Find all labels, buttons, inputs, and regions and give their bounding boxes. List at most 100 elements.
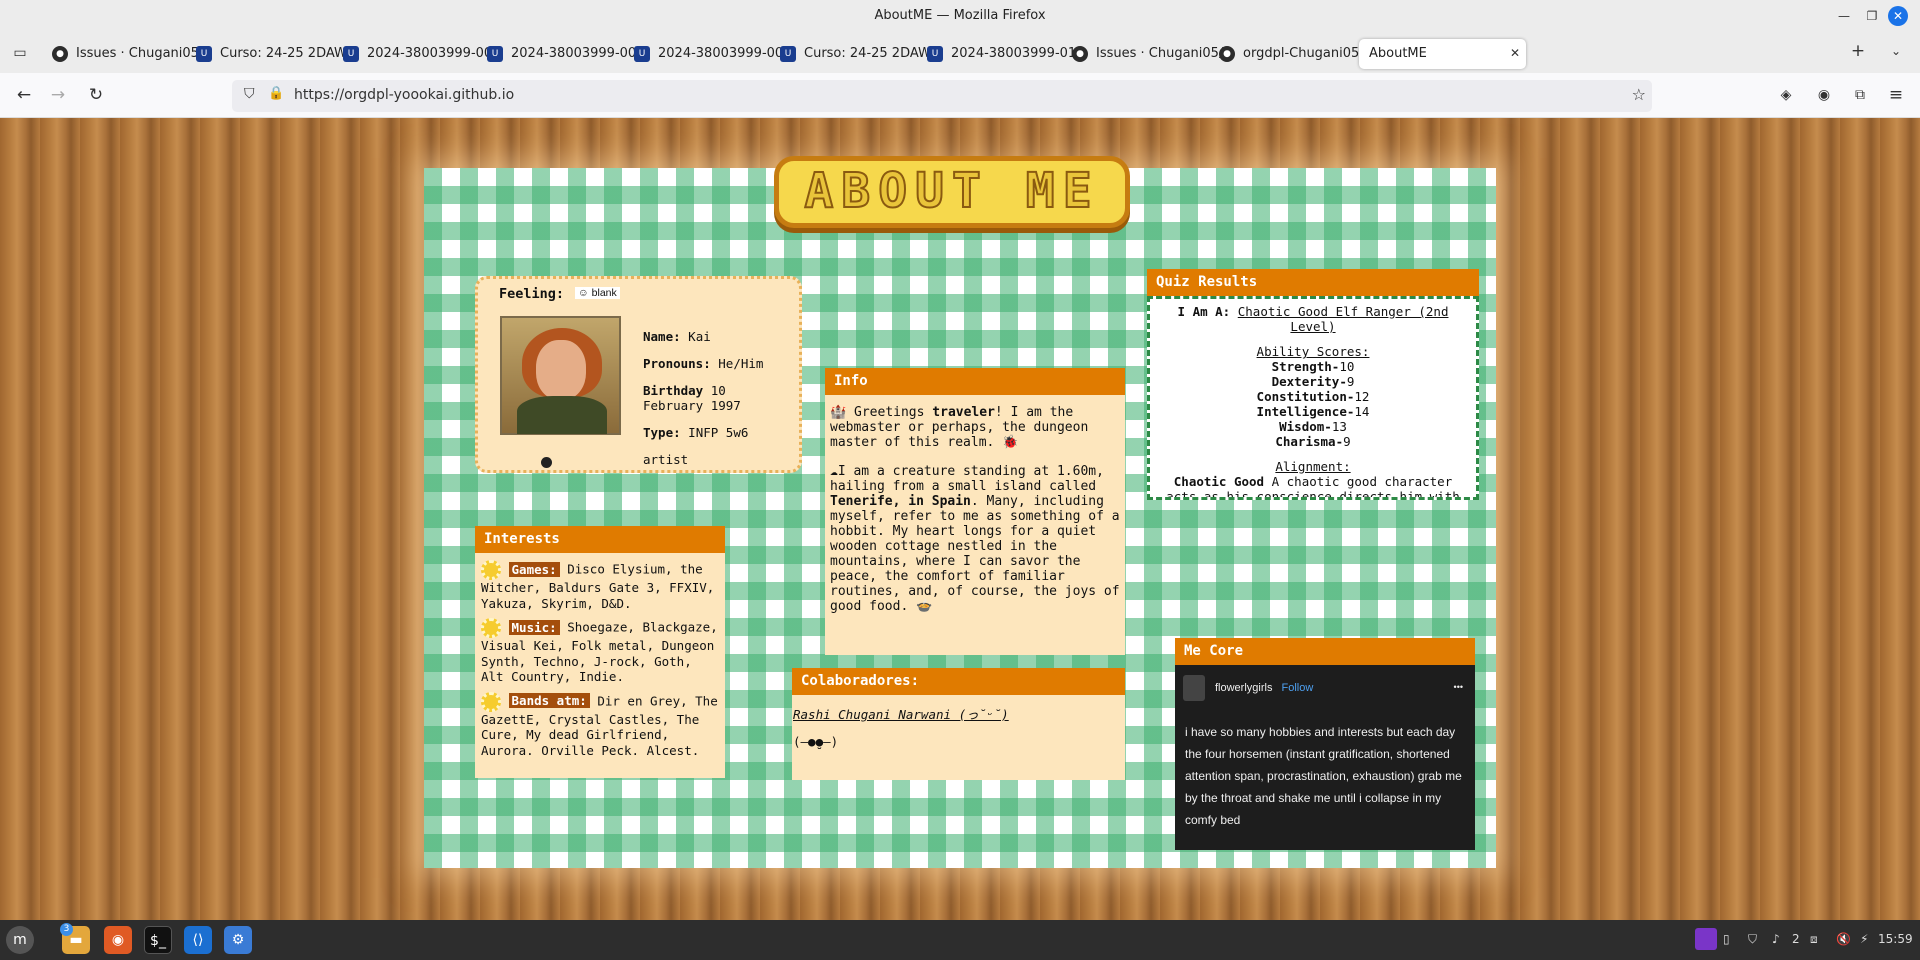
navigation-bar: ← → ↻ ⛉ 🔒 https://orgdpl-yoookai.github.… [0,73,1920,118]
interest-label: Music: [508,619,560,635]
bug-icon: 🐞 [1002,435,1019,450]
interests-card: Interests Games: Disco Elysium, the Witc… [475,526,725,778]
feeling-value: blank [591,287,617,299]
interests-title: Interests [475,526,725,553]
maximize-icon[interactable]: ❐ [1862,6,1882,26]
info-paragraph-2: ☁I am a creature standing at 1.60m, hail… [830,464,1120,614]
url-text[interactable]: https://orgdpl-yoookai.github.io [294,87,514,103]
university-icon: U [343,46,359,62]
list-tabs-icon[interactable]: ⌄ [1884,39,1908,63]
vscode-icon[interactable]: ⟨⟩ [184,926,212,954]
shield-icon[interactable]: ⛉ [244,86,255,102]
colaboradores-title: Colaboradores: [792,668,1125,695]
menu-icon[interactable]: ≡ [1884,83,1908,107]
tab-label: orgdpl-Chugani05 re [1243,46,1377,61]
tab-9[interactable]: ●orgdpl-Chugani05 re✕ [1211,39,1383,69]
feeling-label: Feeling: [499,286,565,302]
score-row: Intelligence-14 [1256,404,1370,419]
forward-icon[interactable]: → [46,83,70,107]
flower-icon [481,618,501,638]
window-titlebar: AboutME — Mozilla Firefox — ❐ ✕ [0,0,1920,33]
tab-aboutme[interactable]: AboutME ✕ [1359,39,1526,69]
github-icon: ● [52,46,68,62]
info-paragraph-1: 🏰 Greetings traveler! I am the webmaster… [830,405,1089,450]
university-icon: U [196,46,212,62]
info-title: Info [825,368,1125,395]
colaboradores-card: Colaboradores: Rashi Chugani Narwani (っ˘… [792,668,1125,780]
tray-counter: 2 [1792,932,1800,946]
files-badge: 3 [60,923,73,936]
score-row: Dexterity-9 [1271,374,1355,389]
firefox-icon[interactable]: ◉ [104,926,132,954]
alignment-text: Chaotic Good A chaotic good character ac… [1166,474,1460,500]
score-row: Charisma-9 [1275,434,1351,449]
more-options-icon[interactable]: ••• [1454,676,1463,698]
me-core-title: Me Core [1175,638,1475,665]
alignment-title: Alignment: [1275,459,1351,474]
score-row: Constitution-12 [1256,389,1370,404]
lock-icon[interactable]: 🔒 [268,86,284,101]
back-icon[interactable]: ← [12,83,36,107]
mint-menu-icon[interactable]: m [6,926,34,954]
account-icon[interactable]: ◉ [1812,83,1836,107]
university-icon: U [634,46,650,62]
notification-icon[interactable]: ♪ [1772,932,1780,946]
pocket-icon[interactable]: ◈ [1774,83,1798,107]
quiz-title: Quiz Results [1147,269,1479,296]
close-icon[interactable]: ✕ [1888,6,1908,26]
status-dot-icon [541,457,552,468]
shield-tray-icon[interactable]: ⛉ [1748,932,1757,947]
ig-post-text: i have so many hobbies and interests but… [1185,725,1462,827]
tab-bar: ▭ ●Issues · Chugani05/2✕ UCurso: 24-25 2… [0,33,1920,73]
github-icon: ● [1072,46,1088,62]
follow-button[interactable]: Follow [1282,682,1314,694]
tab-label: Curso: 24-25 2DAW [220,46,347,61]
instagram-embed[interactable]: flowerlygirls Follow ••• i have so many … [1175,665,1475,850]
quiz-card: Quiz Results I Am A: Chaotic Good Elf Ra… [1147,269,1479,500]
me-core-card: Me Core flowerlygirls Follow ••• i have … [1175,638,1475,850]
network-icon[interactable]: ⧈ [1810,932,1818,947]
app-tray-icon[interactable] [1695,928,1717,950]
battery-icon[interactable]: ⚡ [1860,932,1868,946]
interest-bands: Bands atm: Dir en Grey, The GazettE, Cry… [481,691,719,759]
university-icon: U [780,46,796,62]
profile-card: Feeling: ☺ blank Name: Kai Pronouns: He/… [475,276,802,473]
new-tab-icon[interactable]: + [1846,39,1870,63]
clipboard-icon[interactable]: ▯ [1723,932,1730,946]
name-label: Name: [643,329,681,344]
feeling-badge: ☺ blank [575,287,620,299]
score-row: Wisdom-13 [1279,419,1347,434]
profile-avatar[interactable] [1183,675,1205,701]
name-value: Kai [688,329,711,344]
flower-icon [481,691,501,712]
volume-icon[interactable]: 🔇 [1836,932,1851,946]
castle-icon: 🏰 [830,405,847,420]
url-bar[interactable]: ⛉ 🔒 https://orgdpl-yoookai.github.io ☆ [232,80,1652,112]
tab-overview-icon[interactable]: ▭ [8,41,32,65]
ability-title: Ability Scores: [1256,344,1370,359]
minimize-icon[interactable]: — [1834,6,1854,26]
flower-icon [481,560,501,580]
quiz-result-link[interactable]: Chaotic Good Elf Ranger (2nd Level) [1238,304,1449,334]
bookmark-star-icon[interactable]: ☆ [1632,85,1646,104]
reload-icon[interactable]: ↻ [84,83,108,107]
artist-label: artist [643,452,689,467]
terminal-icon[interactable]: $_ [144,926,172,954]
taskbar: m ▬ 3 ◉ $_ ⟨⟩ ⚙ ▯ ⛉ ♪ 2 ⧈ 🔇 ⚡ 15:59 [0,920,1920,960]
tab-label: AboutME [1369,46,1427,61]
quiz-results-box[interactable]: I Am A: Chaotic Good Elf Ranger (2nd Lev… [1147,296,1479,500]
quiz-iam-label: I Am A: [1177,304,1231,319]
ig-username[interactable]: flowerlygirls [1215,682,1272,694]
window-title: AboutME — Mozilla Firefox [874,8,1046,23]
collaborator-link[interactable]: Rashi Chugani Narwani (っ˘ᵕ˘) [793,707,1124,722]
clock[interactable]: 15:59 [1878,932,1913,946]
about-me-logo: ABOUT ME [774,156,1130,228]
interest-label: Games: [508,561,560,577]
interest-music: Music: Shoegaze, Blackgaze, Visual Kei, … [481,618,719,685]
settings-icon[interactable]: ⚙ [224,926,252,954]
extensions-icon[interactable]: ⧉ [1848,83,1872,107]
interest-label: Bands atm: [508,693,590,708]
type-label: Type: [643,425,681,440]
tab-close-icon[interactable]: ✕ [1510,46,1520,60]
profile-details: Name: Kai Pronouns: He/Him Birthday 10 F… [643,329,793,467]
